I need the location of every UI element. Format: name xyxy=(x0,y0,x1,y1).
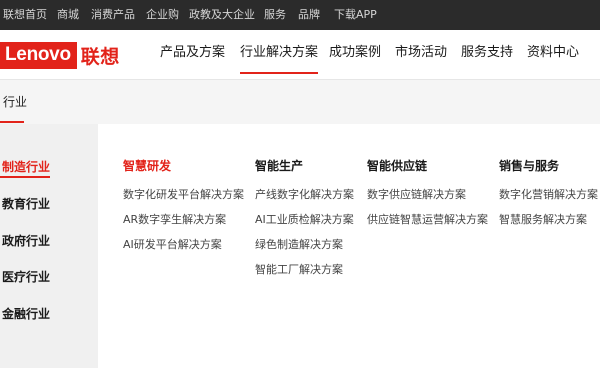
solution-link[interactable]: 数字供应链解决方案 xyxy=(367,186,466,202)
nav-industry-solutions[interactable]: 行业解决方案 xyxy=(240,30,319,80)
top-link-home[interactable]: 联想首页 xyxy=(3,0,47,30)
top-link-service[interactable]: 服务 xyxy=(264,0,286,30)
sidebar-active-indicator xyxy=(0,176,50,178)
industry-sidebar: 制造行业 教育行业 政府行业 医疗行业 金融行业 xyxy=(0,124,98,368)
solution-link[interactable]: 产线数字化解决方案 xyxy=(255,186,354,202)
top-bar: 联想首页 商城 消费产品 企业购 政教及大企业 服务 品牌 下载APP xyxy=(0,0,600,30)
column-title-supply-chain: 智能供应链 xyxy=(367,159,428,173)
category-tab-indicator xyxy=(0,121,24,123)
column-title-smart-production: 智能生产 xyxy=(255,159,304,173)
solution-link[interactable]: 智慧服务解决方案 xyxy=(499,211,587,227)
top-link-brand[interactable]: 品牌 xyxy=(298,0,320,30)
column-title-sales-service: 销售与服务 xyxy=(499,159,560,173)
logo-red-box: Lenovo xyxy=(0,41,77,69)
sidebar-item-education[interactable]: 教育行业 xyxy=(2,195,50,212)
top-link-download-app[interactable]: 下载APP xyxy=(334,0,377,30)
sidebar-item-medical[interactable]: 医疗行业 xyxy=(2,268,50,285)
top-link-enterprise[interactable]: 企业购 xyxy=(146,0,179,30)
nav-service-support[interactable]: 服务支持 xyxy=(461,30,513,80)
top-link-mall[interactable]: 商城 xyxy=(57,0,79,30)
top-link-consumer[interactable]: 消费产品 xyxy=(91,0,135,30)
column-title-smart-rd: 智慧研发 xyxy=(123,159,172,173)
solution-link[interactable]: AI研发平台解决方案 xyxy=(123,236,222,252)
lenovo-logo[interactable]: Lenovo 联想 xyxy=(0,37,120,73)
sidebar-item-finance[interactable]: 金融行业 xyxy=(2,305,50,322)
nav-products[interactable]: 产品及方案 xyxy=(160,30,225,80)
logo-text-zh: 联想 xyxy=(80,45,120,68)
solution-link[interactable]: 数字化研发平台解决方案 xyxy=(123,186,244,202)
nav-resource-center[interactable]: 资料中心 xyxy=(527,30,579,80)
sidebar-item-manufacturing[interactable]: 制造行业 xyxy=(2,158,50,175)
category-tab-industry[interactable]: 行业 xyxy=(3,93,27,110)
nav-success-cases[interactable]: 成功案例 xyxy=(329,30,381,80)
category-header: 行业 xyxy=(0,80,600,124)
nav-market-events[interactable]: 市场活动 xyxy=(395,30,447,80)
solution-link[interactable]: 供应链智慧运营解决方案 xyxy=(367,211,488,227)
sidebar-item-government[interactable]: 政府行业 xyxy=(2,232,50,249)
logo-text-en: Lenovo xyxy=(5,44,71,65)
solution-link[interactable]: 智能工厂解决方案 xyxy=(255,261,343,277)
solution-link[interactable]: 数字化营销解决方案 xyxy=(499,186,598,202)
main-nav: Lenovo 联想 产品及方案 行业解决方案 成功案例 市场活动 服务支持 资料… xyxy=(0,30,600,80)
top-link-gov-edu[interactable]: 政教及大企业 xyxy=(189,0,255,30)
solution-link[interactable]: AR数字孪生解决方案 xyxy=(123,211,226,227)
solution-link[interactable]: 绿色制造解决方案 xyxy=(255,236,343,252)
solution-link[interactable]: AI工业质检解决方案 xyxy=(255,211,354,227)
